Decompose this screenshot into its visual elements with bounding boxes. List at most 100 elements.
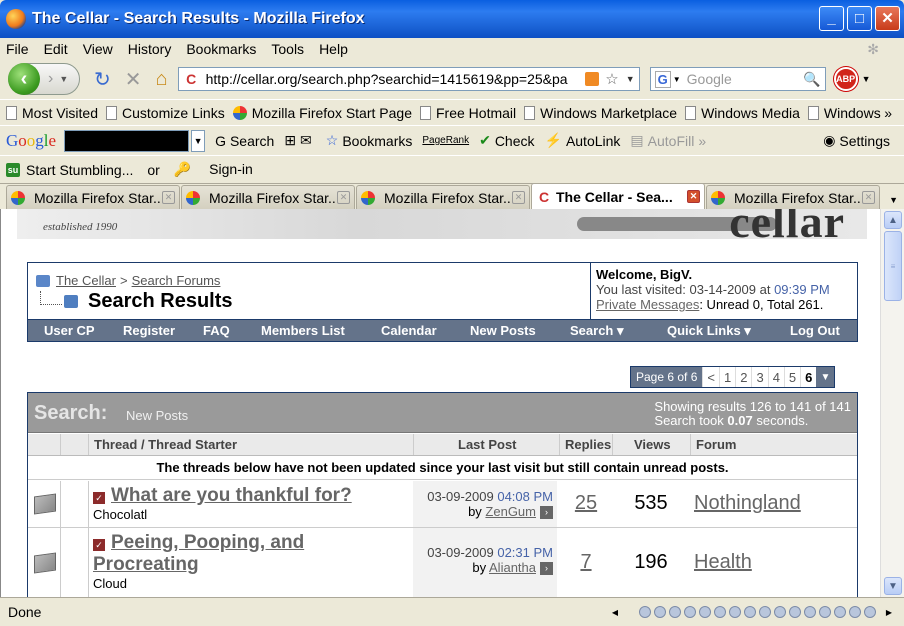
bookmark-windows-media[interactable]: Windows Media: [685, 105, 800, 121]
menu-bookmarks[interactable]: Bookmarks: [186, 41, 256, 57]
bookmark-firefox-start[interactable]: Mozilla Firefox Start Page: [232, 105, 412, 121]
google-search-field[interactable]: [64, 129, 190, 152]
scroll-thumb[interactable]: ≡: [884, 231, 902, 301]
page-5[interactable]: 5: [783, 367, 800, 387]
page-prev[interactable]: <: [702, 367, 719, 387]
pagerank-indicator[interactable]: PageRank: [422, 135, 469, 146]
vertical-scrollbar[interactable]: ▲ ≡ ▼: [880, 209, 904, 597]
replies-link[interactable]: 25: [560, 481, 612, 527]
col-replies[interactable]: Replies: [565, 437, 611, 452]
adblock-plus-icon[interactable]: ABP: [833, 67, 858, 91]
nav-calendar[interactable]: Calendar: [381, 323, 437, 338]
back-button[interactable]: ‹: [8, 63, 40, 95]
google-bookmarks-button[interactable]: ☆ Bookmarks: [326, 132, 413, 149]
nav-register[interactable]: Register: [123, 323, 175, 338]
tab-close-icon[interactable]: ✕: [512, 191, 525, 204]
bookmark-free-hotmail[interactable]: Free Hotmail: [420, 105, 516, 121]
media-control-icon[interactable]: [729, 606, 741, 618]
media-control-icon[interactable]: [804, 606, 816, 618]
last-poster-link[interactable]: ZenGum: [485, 504, 536, 519]
breadcrumb-search-forums[interactable]: Search Forums: [132, 273, 221, 288]
menu-history[interactable]: History: [128, 41, 172, 57]
media-control-icon[interactable]: [744, 606, 756, 618]
engine-dropdown-icon[interactable]: ▼: [673, 75, 681, 84]
replies-link[interactable]: 7: [560, 528, 612, 597]
tab-close-icon[interactable]: ✕: [862, 191, 875, 204]
tab-firefox-start-3[interactable]: Mozilla Firefox Star... ✕: [356, 185, 530, 209]
nav-faq[interactable]: FAQ: [203, 323, 230, 338]
autolink-button[interactable]: ⚡ AutoLink: [545, 132, 621, 149]
bookmark-windows[interactable]: Windows: [807, 105, 881, 121]
col-forum[interactable]: Forum: [696, 437, 736, 452]
media-control-icon[interactable]: [684, 606, 696, 618]
tab-firefox-start-2[interactable]: Mozilla Firefox Star... ✕: [181, 185, 355, 209]
nav-user-cp[interactable]: User CP: [44, 323, 95, 338]
last-poster-link[interactable]: Aliantha: [489, 560, 536, 575]
thread-title-link[interactable]: Peeing, Pooping, and Procreating: [93, 532, 304, 575]
url-dropdown-icon[interactable]: ▼: [626, 74, 635, 84]
media-control-icon[interactable]: [639, 606, 651, 618]
tab-close-icon[interactable]: ✕: [337, 191, 350, 204]
nav-log-out[interactable]: Log Out: [790, 323, 840, 338]
page-4[interactable]: 4: [767, 367, 784, 387]
minimize-button[interactable]: _: [819, 6, 844, 31]
nav-quick-links-menu[interactable]: Quick Links ▾: [667, 323, 751, 339]
breadcrumb-the-cellar[interactable]: The Cellar: [56, 273, 116, 288]
cellar-logo[interactable]: cellar: [729, 209, 845, 239]
forum-link[interactable]: Health: [694, 551, 752, 574]
tab-list-dropdown-icon[interactable]: ▼: [889, 195, 898, 205]
toolbar-tools-group[interactable]: ⊞ ✉: [284, 132, 315, 149]
nav-search-menu[interactable]: Search ▾: [570, 323, 624, 339]
sign-in-button[interactable]: 🔑 Sign-in: [174, 161, 267, 178]
google-search-button[interactable]: G Search: [215, 133, 274, 149]
media-control-icon[interactable]: [759, 606, 771, 618]
scroll-up-icon[interactable]: ▲: [884, 211, 902, 229]
bookmark-most-visited[interactable]: Most Visited: [6, 105, 98, 121]
page-2[interactable]: 2: [735, 367, 751, 387]
scroll-down-icon[interactable]: ▼: [884, 577, 902, 595]
page-jump-dropdown-icon[interactable]: ▼: [816, 367, 835, 387]
media-control-icon[interactable]: [849, 606, 861, 618]
bookmark-windows-marketplace[interactable]: Windows Marketplace: [524, 105, 677, 121]
media-control-icon[interactable]: [834, 606, 846, 618]
bookmark-star-icon[interactable]: ☆: [605, 70, 618, 88]
status-scroll-right-icon[interactable]: ▶: [886, 608, 892, 617]
google-logo[interactable]: Google: [6, 131, 56, 151]
search-input[interactable]: Google: [687, 71, 804, 87]
reload-icon[interactable]: ↻: [94, 67, 111, 92]
url-text[interactable]: http://cellar.org/search.php?searchid=14…: [206, 71, 583, 87]
search-icon[interactable]: 🔍: [803, 71, 820, 88]
status-scroll-left-icon[interactable]: ◀: [612, 608, 618, 617]
home-icon[interactable]: ⌂: [156, 68, 168, 91]
go-to-last-post-icon[interactable]: ›: [540, 562, 553, 576]
col-thread[interactable]: Thread / Thread Starter: [94, 437, 237, 452]
tab-close-icon[interactable]: ✕: [162, 191, 175, 204]
rss-icon[interactable]: [585, 72, 600, 86]
autofill-button[interactable]: ▤ AutoFill»: [630, 132, 706, 149]
media-control-icon[interactable]: [714, 606, 726, 618]
menu-file[interactable]: File: [6, 41, 29, 57]
chevron-right-icon[interactable]: »: [884, 105, 892, 121]
google-field-dropdown-icon[interactable]: ▼: [191, 129, 206, 152]
bookmark-customize-links[interactable]: Customize Links: [106, 105, 225, 121]
stop-icon[interactable]: ✕: [125, 67, 142, 92]
media-control-icon[interactable]: [774, 606, 786, 618]
col-views[interactable]: Views: [634, 437, 671, 452]
history-dropdown-icon[interactable]: ▼: [59, 74, 68, 84]
menu-tools[interactable]: Tools: [271, 41, 304, 57]
media-control-icon[interactable]: [699, 606, 711, 618]
nav-members-list[interactable]: Members List: [261, 323, 345, 338]
tab-firefox-start-1[interactable]: Mozilla Firefox Star... ✕: [6, 185, 180, 209]
go-to-last-post-icon[interactable]: ›: [540, 506, 553, 520]
page-1[interactable]: 1: [718, 367, 735, 387]
media-control-icon[interactable]: [669, 606, 681, 618]
google-engine-icon[interactable]: G: [654, 70, 671, 88]
nav-new-posts[interactable]: New Posts: [470, 323, 536, 338]
forum-link[interactable]: Nothingland: [694, 492, 801, 515]
start-stumbling-button[interactable]: Start Stumbling...: [26, 162, 133, 178]
url-bar[interactable]: C http://cellar.org/search.php?searchid=…: [177, 67, 640, 91]
search-box[interactable]: G ▼ Google 🔍: [649, 67, 826, 91]
forward-button[interactable]: ›: [48, 70, 53, 88]
tab-firefox-start-4[interactable]: Mozilla Firefox Star... ✕: [706, 185, 880, 209]
tab-close-icon[interactable]: ✕: [687, 190, 700, 203]
